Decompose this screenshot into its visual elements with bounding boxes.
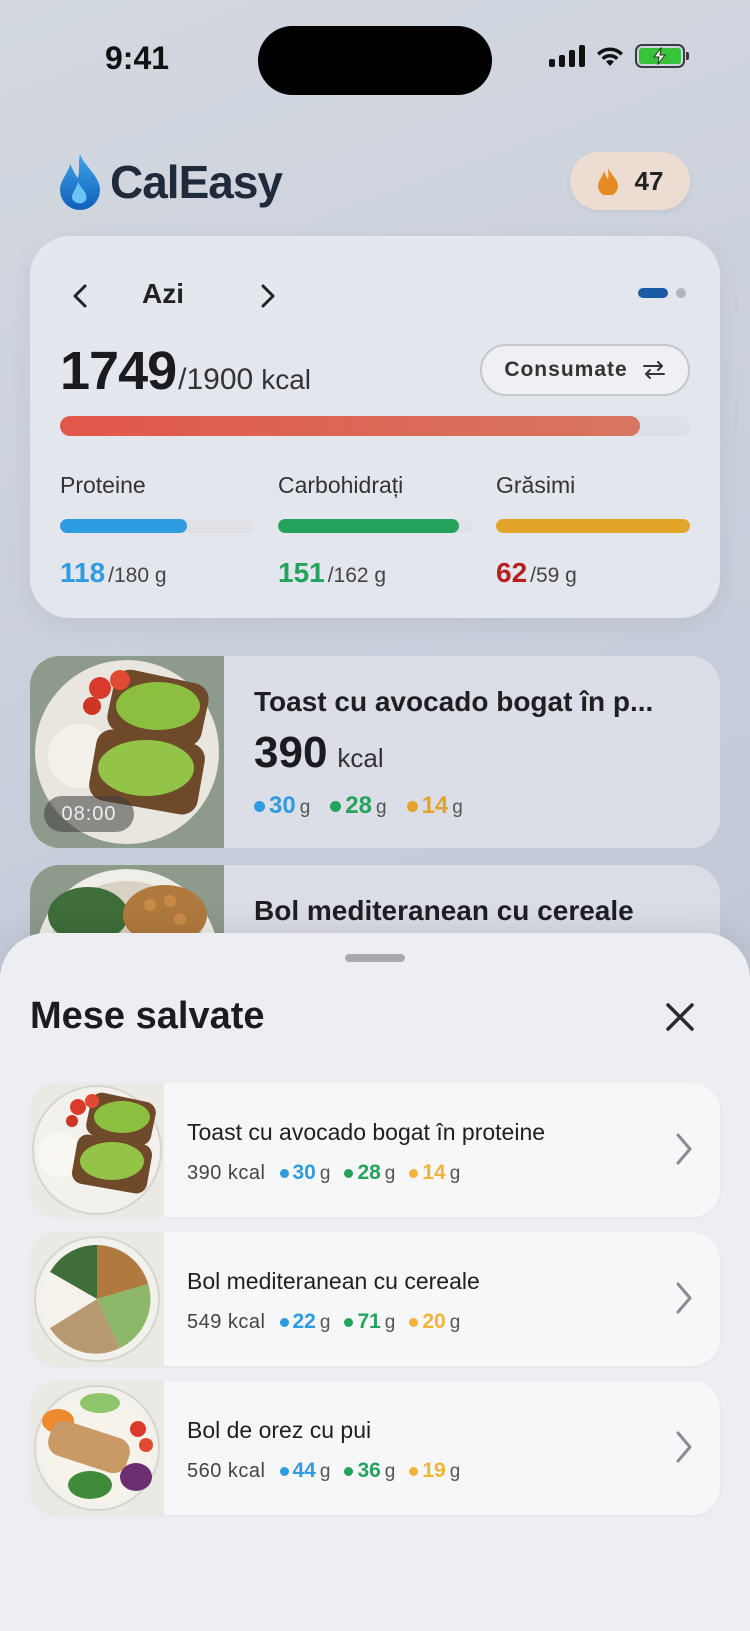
- macro-value: 62 /59 g: [496, 557, 690, 589]
- dynamic-island: [258, 26, 492, 95]
- meal-time: 08:00: [44, 796, 134, 832]
- macro-progress-fill: [60, 519, 188, 533]
- macro-value: 151 /162 g: [278, 557, 472, 589]
- saved-macro-carbs: 36 g: [344, 1459, 395, 1483]
- status-icons: [549, 44, 689, 68]
- sheet-title: Mese salvate: [30, 995, 265, 1037]
- chevron-left-icon: [73, 284, 87, 308]
- app-title: CalEasy: [110, 156, 283, 208]
- macro-progress-fill: [496, 519, 690, 533]
- macro-goal: /162 g: [327, 564, 387, 587]
- saved-meal-meta: 390 kcal 30 g 28 g 14 g: [187, 1161, 460, 1185]
- sheet-grabber[interactable]: [345, 954, 405, 962]
- calories-unit: kcal: [261, 364, 312, 395]
- macro-progress-fill: [278, 519, 459, 533]
- wifi-icon: [597, 47, 623, 66]
- cellular-signal-icon: [549, 45, 585, 67]
- meal-macro-fat: 14 g: [406, 792, 463, 820]
- saved-macro-protein: 44 g: [279, 1459, 330, 1483]
- macro-name: Proteine: [60, 472, 146, 498]
- macro-value: 118 /180 g: [60, 557, 254, 589]
- meal-title: Bol mediteranean cu cereale: [254, 895, 634, 926]
- streak-count: 47: [634, 165, 664, 196]
- saved-macro-carbs: 71 g: [344, 1310, 395, 1334]
- flame-icon: [597, 168, 618, 195]
- close-icon[interactable]: [660, 997, 700, 1037]
- saved-meal-title: Bol de orez cu pui: [187, 1417, 372, 1443]
- meal-calories: 390 kcal: [254, 728, 384, 778]
- calories-goal: /1900: [178, 363, 254, 396]
- saved-meal-item[interactable]: Bol mediteranean cu cereale 549 kcal 22 g…: [30, 1232, 720, 1366]
- macro-progress-track: [60, 519, 254, 533]
- saved-meal-photo-chicken-rice-bowl: [30, 1381, 164, 1515]
- macro-current: 62: [496, 557, 528, 588]
- chevron-right-icon: [676, 1282, 692, 1314]
- saved-meal-kcal: 390 kcal: [187, 1162, 266, 1184]
- saved-macro-protein: 30 g: [279, 1161, 330, 1185]
- swap-arrows-icon: [642, 361, 665, 379]
- saved-meal-meta: 560 kcal 44 g 36 g 19 g: [187, 1459, 460, 1483]
- consumed-toggle-button[interactable]: Consumate: [480, 344, 690, 396]
- macro-carbs: Carbohidrați 151 /162 g: [278, 472, 472, 589]
- drop-flame-icon: [60, 154, 100, 210]
- day-label: Azi: [142, 278, 184, 309]
- meal-macro-carbs: 28 g: [330, 792, 387, 820]
- page-dot-active: [638, 288, 668, 298]
- meal-title: Toast cu avocado bogat în p...: [254, 686, 654, 717]
- saved-meal-photo-avocado-toast: [30, 1083, 164, 1217]
- saved-meal-photo-mediterranean-bowl: [30, 1232, 164, 1366]
- macro-goal: /180 g: [108, 564, 167, 587]
- macro-current: 151: [278, 557, 325, 588]
- chevron-right-icon: [676, 1133, 692, 1165]
- streak-badge[interactable]: 47: [570, 152, 690, 210]
- macro-progress-track: [496, 519, 690, 533]
- meal-kcal-unit: kcal: [337, 743, 384, 773]
- macro-goal: /59 g: [530, 564, 577, 587]
- saved-macro-fat: 19 g: [409, 1459, 460, 1483]
- saved-meal-kcal: 560 kcal: [187, 1460, 266, 1482]
- chevron-right-icon: [261, 284, 275, 308]
- calories-consumed: 1749: [60, 341, 177, 401]
- saved-meal-title: Toast cu avocado bogat în proteine: [187, 1119, 546, 1145]
- daily-summary-card: Azi 1749 /1900 kcal Consumate Proteine 1…: [30, 236, 720, 618]
- macro-fat: Grăsimi 62 /59 g: [496, 472, 690, 589]
- page-dot: [676, 288, 686, 298]
- saved-macro-fat: 14 g: [409, 1161, 460, 1185]
- app-logo: CalEasy: [58, 152, 283, 212]
- calorie-total: 1749 /1900 kcal: [60, 340, 311, 402]
- saved-meal-item[interactable]: Toast cu avocado bogat în proteine 390 k…: [30, 1083, 720, 1217]
- saved-meal-item[interactable]: Bol de orez cu pui 560 kcal 44 g 36 g 19 g: [30, 1381, 720, 1515]
- macro-current: 118: [60, 557, 106, 588]
- page-indicator[interactable]: [638, 288, 686, 298]
- saved-meal-title: Bol mediteranean cu cereale: [187, 1268, 480, 1294]
- toggle-label: Consumate: [504, 358, 628, 381]
- saved-meal-kcal: 549 kcal: [187, 1311, 266, 1333]
- saved-macro-carbs: 28 g: [344, 1161, 395, 1185]
- macro-protein: Proteine 118 /180 g: [60, 472, 254, 589]
- meal-card[interactable]: 08:00 Toast cu avocado bogat în p... 390…: [30, 656, 720, 848]
- next-day-button[interactable]: [248, 276, 288, 316]
- saved-macro-protein: 22 g: [279, 1310, 330, 1334]
- saved-meals-sheet: Mese salvate Toast cu avocado bogat în p…: [0, 933, 750, 1631]
- macro-name: Grăsimi: [496, 472, 576, 498]
- meal-macros: 30 g 28 g 14 g: [254, 792, 463, 820]
- chevron-right-icon: [676, 1431, 692, 1463]
- meal-macro-protein: 30 g: [254, 792, 310, 820]
- battery-icon: [635, 44, 689, 68]
- meal-kcal-value: 390: [254, 728, 328, 777]
- macro-name: Carbohidrați: [278, 472, 404, 498]
- calorie-progress-fill: [60, 416, 640, 436]
- previous-day-button[interactable]: [60, 276, 100, 316]
- status-time: 9:41: [105, 40, 170, 76]
- calorie-progress-bar: [60, 416, 690, 436]
- macro-progress-track: [278, 519, 472, 533]
- saved-macro-fat: 20 g: [409, 1310, 460, 1334]
- saved-meal-meta: 549 kcal 22 g 71 g 20 g: [187, 1310, 460, 1334]
